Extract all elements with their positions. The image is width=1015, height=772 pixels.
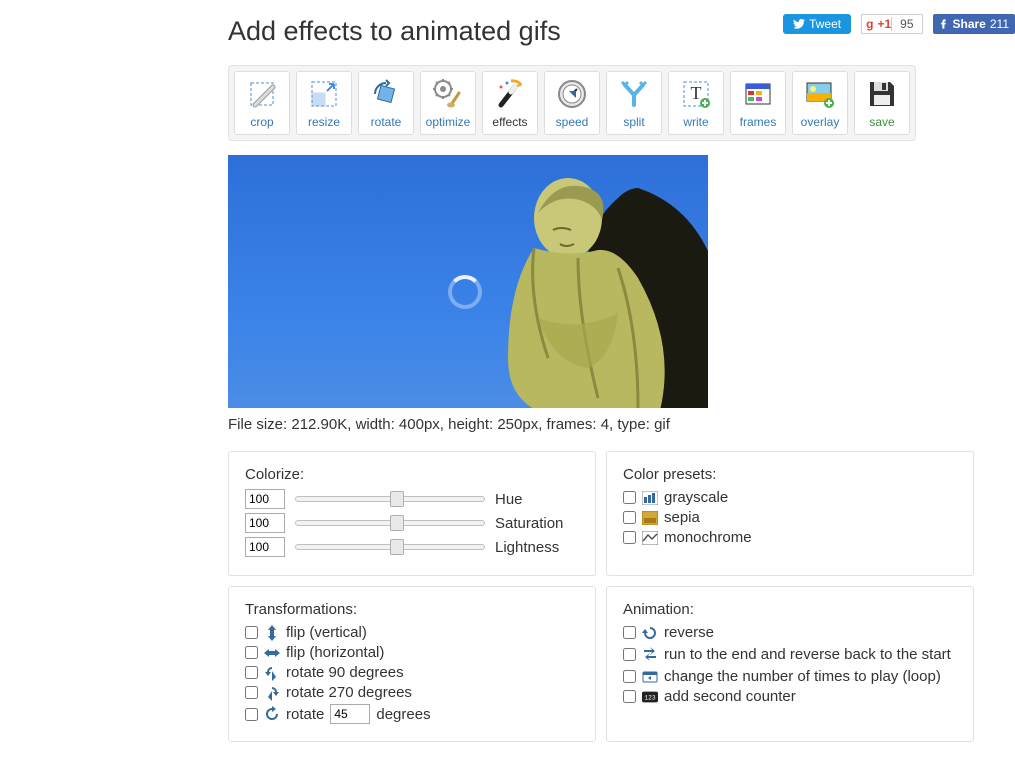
svg-text:123: 123: [644, 694, 655, 701]
counter-icon: 123: [642, 689, 658, 705]
tool-crop[interactable]: crop: [234, 71, 290, 135]
tool-resize[interactable]: resize: [296, 71, 352, 135]
sepia-checkbox[interactable]: [623, 511, 636, 524]
gplus-count: 95: [891, 17, 921, 31]
effects-icon: [493, 77, 527, 111]
write-icon: T: [679, 77, 713, 111]
hue-input[interactable]: [245, 489, 285, 509]
sepia-icon: [642, 510, 658, 526]
presets-panel: Color presets: grayscale sepia: [606, 451, 974, 576]
share-buttons: Tweet g+1 95 Share 211: [783, 14, 1015, 34]
facebook-icon: [939, 19, 949, 29]
presets-title: Color presets:: [623, 466, 957, 483]
colorize-panel: Colorize: Hue Saturation Li: [228, 451, 596, 576]
flip-vertical-checkbox[interactable]: [245, 626, 258, 639]
crop-icon: [245, 77, 279, 111]
frames-icon: [741, 77, 775, 111]
reverse-icon: [642, 625, 658, 641]
tweet-button[interactable]: Tweet: [783, 14, 851, 34]
boomerang-checkbox[interactable]: [623, 648, 636, 661]
rotate-270-icon: [264, 685, 280, 701]
rotate-icon: [369, 77, 403, 111]
rotate-custom-row[interactable]: rotate degrees: [245, 704, 579, 724]
flip-vertical-row[interactable]: flip (vertical): [245, 624, 579, 641]
tool-write[interactable]: T write: [668, 71, 724, 135]
rotate-90-checkbox[interactable]: [245, 666, 258, 679]
tool-rotate[interactable]: rotate: [358, 71, 414, 135]
svg-text:T: T: [691, 83, 702, 103]
tool-optimize[interactable]: optimize: [420, 71, 476, 135]
rotate-custom-icon: [264, 706, 280, 722]
reverse-checkbox[interactable]: [623, 626, 636, 639]
rotate-90-icon: [264, 665, 280, 681]
loop-row[interactable]: change the number of times to play (loop…: [623, 668, 957, 685]
fb-share-label: Share: [953, 17, 986, 31]
grayscale-icon: [642, 490, 658, 506]
hue-label: Hue: [495, 491, 523, 508]
transformations-title: Transformations:: [245, 601, 579, 618]
flip-horizontal-row[interactable]: flip (horizontal): [245, 644, 579, 661]
twitter-icon: [793, 19, 805, 29]
saturation-slider[interactable]: [295, 515, 485, 531]
loop-icon: [642, 669, 658, 685]
lightness-label: Lightness: [495, 539, 559, 556]
tool-effects[interactable]: effects: [482, 71, 538, 135]
animation-panel: Animation: reverse run to the end and re…: [606, 586, 974, 742]
split-icon: [617, 77, 651, 111]
saturation-label: Saturation: [495, 515, 563, 532]
rotate-90-row[interactable]: rotate 90 degrees: [245, 664, 579, 681]
boomerang-icon: [642, 646, 658, 662]
tool-split[interactable]: split: [606, 71, 662, 135]
hue-slider[interactable]: [295, 491, 485, 507]
rotate-270-checkbox[interactable]: [245, 686, 258, 699]
saturation-input[interactable]: [245, 513, 285, 533]
loop-checkbox[interactable]: [623, 670, 636, 683]
colorize-title: Colorize:: [245, 466, 579, 483]
lightness-slider[interactable]: [295, 539, 485, 555]
gplus-icon: g: [862, 17, 877, 31]
tweet-label: Tweet: [809, 17, 841, 31]
toolbar: crop resize rotate optimize effects: [228, 65, 916, 141]
tool-frames[interactable]: frames: [730, 71, 786, 135]
animation-title: Animation:: [623, 601, 957, 618]
file-info: File size: 212.90K, width: 400px, height…: [228, 416, 1015, 433]
counter-row[interactable]: 123 add second counter: [623, 688, 957, 705]
loading-spinner-icon: [448, 275, 482, 309]
reverse-row[interactable]: reverse: [623, 624, 957, 641]
preset-sepia[interactable]: sepia: [623, 509, 957, 526]
rotate-degrees-input[interactable]: [330, 704, 370, 724]
overlay-icon: [803, 77, 837, 111]
flip-horizontal-checkbox[interactable]: [245, 646, 258, 659]
preset-grayscale[interactable]: grayscale: [623, 489, 957, 506]
monochrome-icon: [642, 530, 658, 546]
gplus-button[interactable]: g+1 95: [861, 14, 922, 34]
rotate-270-row[interactable]: rotate 270 degrees: [245, 684, 579, 701]
flip-vertical-icon: [264, 625, 280, 641]
image-preview: [228, 155, 708, 408]
fb-share-count: 211: [990, 17, 1009, 31]
monochrome-checkbox[interactable]: [623, 531, 636, 544]
grayscale-checkbox[interactable]: [623, 491, 636, 504]
fb-share-button[interactable]: Share 211: [933, 14, 1015, 34]
counter-checkbox[interactable]: [623, 690, 636, 703]
page-title: Add effects to animated gifs: [228, 16, 561, 47]
flip-horizontal-icon: [264, 645, 280, 661]
rotate-custom-checkbox[interactable]: [245, 708, 258, 721]
speed-icon: [555, 77, 589, 111]
resize-icon: [307, 77, 341, 111]
tool-overlay[interactable]: overlay: [792, 71, 848, 135]
lightness-input[interactable]: [245, 537, 285, 557]
transformations-panel: Transformations: flip (vertical) flip (h…: [228, 586, 596, 742]
optimize-icon: [431, 77, 465, 111]
tool-save[interactable]: save: [854, 71, 910, 135]
tool-speed[interactable]: speed: [544, 71, 600, 135]
preset-monochrome[interactable]: monochrome: [623, 529, 957, 546]
boomerang-row[interactable]: run to the end and reverse back to the s…: [623, 644, 957, 665]
save-icon: [865, 77, 899, 111]
